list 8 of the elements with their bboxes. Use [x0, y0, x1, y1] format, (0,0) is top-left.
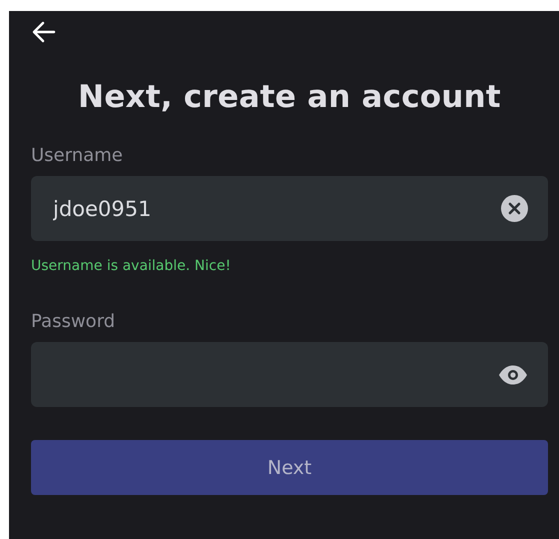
- eye-icon[interactable]: [498, 364, 528, 384]
- availability-message: Username is available. Nice!: [31, 258, 232, 274]
- password-field[interactable]: [31, 342, 548, 407]
- field-label: Username: [31, 145, 124, 166]
- field-label: Password: [31, 311, 116, 332]
- clear-icon[interactable]: [501, 195, 528, 222]
- back-button[interactable]: [31, 19, 57, 45]
- page-title: Next, create an account: [77, 79, 502, 115]
